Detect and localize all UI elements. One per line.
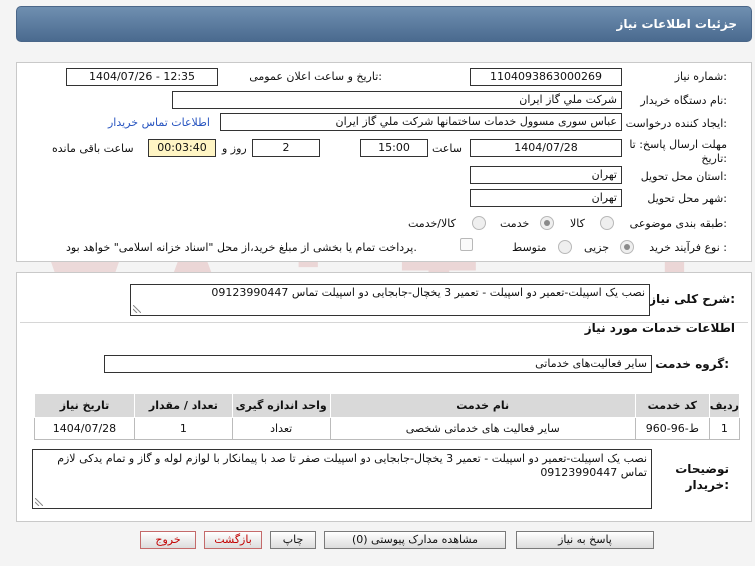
remaining-time-field: 00:03:40 (148, 139, 216, 157)
col-header-unit: واحد اندازه گیری (231, 393, 331, 418)
treasury-payment-checkbox[interactable] (460, 238, 473, 251)
cell-service-name: سایر فعالیت های خدماتی شخصی (329, 417, 636, 440)
table-header-row: ردیف کد خدمت نام خدمت واحد اندازه گیری ت… (34, 393, 741, 418)
buyer-notes-text: نصب یک اسپیلت-تعمیر دو اسپیلت - تعمیر 3 … (57, 452, 647, 479)
category-goods-label: کالا (570, 217, 585, 230)
general-desc-label: شرح کلی نیاز: (649, 292, 735, 306)
buyer-contact-link[interactable]: اطلاعات تماس خریدار (108, 116, 210, 129)
treasury-payment-note: پرداخت تمام یا بخشی از مبلغ خرید،از محل … (66, 241, 417, 254)
resize-handle-icon[interactable] (133, 305, 141, 313)
category-service-label: خدمت (500, 217, 530, 230)
need-number-label: شماره نیاز: (674, 70, 727, 83)
col-header-row-number: ردیف (708, 393, 741, 418)
table-row: 1 ط-96-960 سایر فعالیت های خدماتی شخصی ت… (34, 417, 741, 440)
general-desc-text: نصب یک اسپیلت-تعمیر دو اسپیلت - تعمیر 3 … (211, 286, 645, 299)
remaining-label: ساعت باقی مانده (52, 142, 134, 155)
cell-need-date: 1404/07/28 (34, 417, 135, 440)
requester-field: عباس سوری مسوول خدمات ساختمانها شرکت ملي… (220, 113, 622, 131)
cell-row-number: 1 (708, 417, 741, 440)
province-field: تهران (470, 166, 622, 184)
view-attachments-button[interactable]: مشاهده مدارک پیوستی (0) (324, 531, 506, 549)
reply-button[interactable]: پاسخ به نیاز (516, 531, 654, 549)
days-field: 2 (252, 139, 320, 157)
category-radio-goods[interactable] (600, 216, 614, 230)
print-button[interactable]: چاپ (270, 531, 316, 549)
need-number-field: 1104093863000269 (470, 68, 622, 86)
deadline-date-field: 1404/07/28 (470, 139, 622, 157)
general-desc-field: نصب یک اسپیلت-تعمیر دو اسپیلت - تعمیر 3 … (130, 284, 650, 316)
announce-datetime-label: تاریخ و ساعت اعلان عمومی: (249, 70, 382, 83)
day-and-label: روز و (222, 142, 247, 155)
announce-datetime-field: 1404/07/26 - 12:35 (66, 68, 218, 86)
buyer-org-field: شرکت ملي گاز ايران (172, 91, 622, 109)
col-header-service-name: نام خدمت (329, 393, 636, 418)
category-radio-goods-service[interactable] (472, 216, 486, 230)
process-type-label: نوع فرآیند خرید : (649, 241, 727, 254)
services-table: ردیف کد خدمت نام خدمت واحد اندازه گیری ت… (34, 393, 741, 440)
cell-service-code: ط-96-960 (634, 417, 710, 440)
col-header-need-date: تاریخ نیاز (34, 393, 135, 418)
category-goods-service-label: کالا/خدمت (408, 217, 456, 230)
page-title: جزئیات اطلاعات نیاز (616, 17, 737, 31)
process-radio-medium[interactable] (558, 240, 572, 254)
process-radio-minor[interactable] (620, 240, 634, 254)
cell-quantity: 1 (133, 417, 233, 440)
city-field: تهران (470, 189, 622, 207)
buyer-notes-label-2: خریدار: (685, 478, 729, 492)
city-label: شهر محل تحویل: (647, 192, 727, 205)
category-radio-service[interactable] (540, 216, 554, 230)
buyer-notes-field: نصب یک اسپیلت-تعمیر دو اسپیلت - تعمیر 3 … (32, 449, 652, 509)
col-header-service-code: کد خدمت (634, 393, 710, 418)
deadline-label-1: مهلت ارسال پاسخ: تا (629, 138, 727, 151)
process-medium-label: متوسط (512, 241, 547, 254)
resize-handle-icon[interactable] (35, 498, 43, 506)
deadline-label-2: تاریخ: (701, 152, 727, 165)
process-minor-label: جزیی (584, 241, 610, 254)
service-group-field: سایر فعالیت‌های خدماتی (104, 355, 652, 373)
buyer-org-label: نام دستگاه خریدار: (640, 94, 727, 107)
exit-button[interactable]: خروج (140, 531, 196, 549)
province-label: استان محل تحویل: (640, 170, 727, 183)
services-info-heading: اطلاعات خدمات مورد نیاز (584, 321, 735, 335)
deadline-time-field: 15:00 (360, 139, 428, 157)
col-header-quantity: تعداد / مقدار (133, 393, 233, 418)
buyer-notes-label-1: توضیحات (675, 462, 729, 476)
back-button[interactable]: بازگشت (204, 531, 262, 549)
page-header: جزئیات اطلاعات نیاز (16, 6, 752, 42)
category-label: طبقه بندی موضوعی: (629, 217, 727, 230)
requester-label: ایجاد کننده درخواست: (625, 117, 727, 130)
cell-unit: تعداد (231, 417, 331, 440)
deadline-time-label: ساعت (432, 142, 462, 155)
service-group-label: گروه خدمت: (655, 357, 729, 371)
